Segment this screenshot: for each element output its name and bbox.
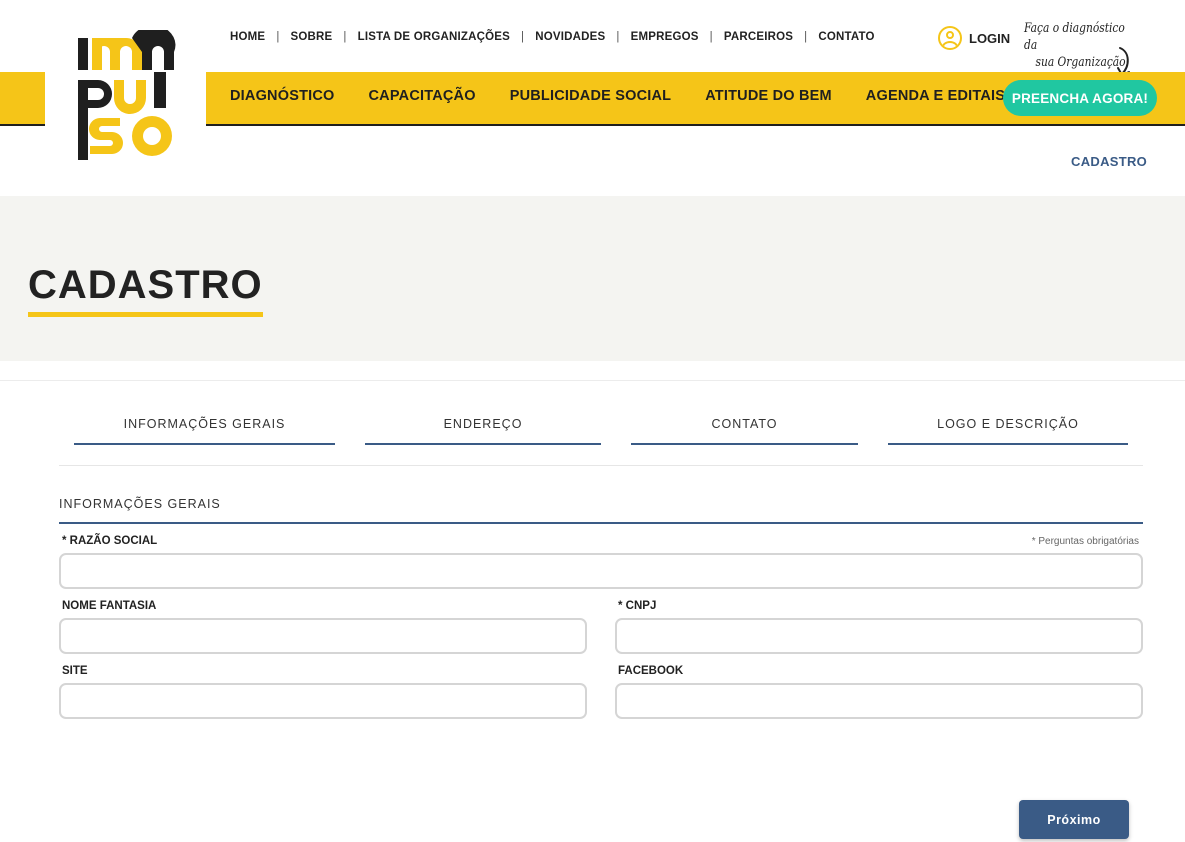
- facebook-label: FACEBOOK: [618, 665, 684, 677]
- nav-separator: |: [521, 31, 525, 43]
- nav-separator: |: [276, 31, 280, 43]
- main-nav: DIAGNÓSTICO CAPACITAÇÃO PUBLICIDADE SOCI…: [230, 88, 1005, 104]
- step-tab-endereco[interactable]: ENDEREÇO: [365, 417, 601, 445]
- main-nav-capacitacao[interactable]: CAPACITAÇÃO: [369, 88, 476, 104]
- step-tab-informacoes-gerais[interactable]: INFORMAÇÕES GERAIS: [74, 417, 335, 445]
- top-nav-lista-organizacoes[interactable]: LISTA DE ORGANIZAÇÕES: [358, 31, 510, 43]
- page-title: CADASTRO: [28, 262, 263, 317]
- main-nav-diagnostico[interactable]: DIAGNÓSTICO: [230, 88, 335, 104]
- nav-separator: |: [616, 31, 620, 43]
- nome-fantasia-label: NOME FANTASIA: [62, 600, 157, 612]
- top-nav-contato[interactable]: CONTATO: [818, 31, 874, 43]
- step-tab-contato[interactable]: CONTATO: [631, 417, 858, 445]
- step-tab-logo-descricao[interactable]: LOGO E DESCRIÇÃO: [888, 417, 1128, 445]
- top-nav-home[interactable]: HOME: [230, 31, 265, 43]
- page-header: CADASTRO: [0, 196, 1185, 361]
- top-nav-sobre[interactable]: SOBRE: [291, 31, 333, 43]
- main-nav-agenda-editais[interactable]: AGENDA E EDITAIS: [866, 88, 1005, 104]
- razao-social-label: * RAZÃO SOCIAL: [62, 535, 158, 547]
- cnpj-label: * CNPJ: [618, 600, 657, 612]
- top-nav-novidades[interactable]: NOVIDADES: [535, 31, 605, 43]
- facebook-input[interactable]: [615, 683, 1143, 719]
- login-link[interactable]: LOGIN: [938, 26, 1010, 50]
- main-nav-publicidade-social[interactable]: PUBLICIDADE SOCIAL: [510, 88, 672, 104]
- user-circle-icon: [938, 26, 962, 50]
- site-input[interactable]: [59, 683, 587, 719]
- required-note: * Perguntas obrigatórias: [1031, 536, 1139, 547]
- divider: [0, 380, 1185, 381]
- top-nav-empregos[interactable]: EMPREGOS: [631, 31, 699, 43]
- razao-social-input[interactable]: [59, 553, 1143, 589]
- cnpj-input[interactable]: [615, 618, 1143, 654]
- top-nav: HOME | SOBRE | LISTA DE ORGANIZAÇÕES | N…: [230, 31, 875, 43]
- nav-separator: |: [709, 31, 713, 43]
- nome-fantasia-input[interactable]: [59, 618, 587, 654]
- next-button[interactable]: Próximo: [1019, 800, 1129, 839]
- nav-separator: |: [343, 31, 347, 43]
- site-label: SITE: [62, 665, 88, 677]
- section-title: INFORMAÇÕES GERAIS: [59, 497, 221, 511]
- breadcrumb[interactable]: CADASTRO: [1071, 154, 1147, 169]
- top-nav-parceiros[interactable]: PARCEIROS: [724, 31, 793, 43]
- nav-separator: |: [804, 31, 808, 43]
- impulso-logo: [78, 30, 176, 160]
- divider: [59, 465, 1143, 466]
- login-label: LOGIN: [969, 30, 1011, 46]
- preencha-agora-button[interactable]: PREENCHA AGORA!: [1003, 80, 1157, 116]
- main-nav-atitude-do-bem[interactable]: ATITUDE DO BEM: [705, 88, 832, 104]
- section-divider: [59, 522, 1143, 524]
